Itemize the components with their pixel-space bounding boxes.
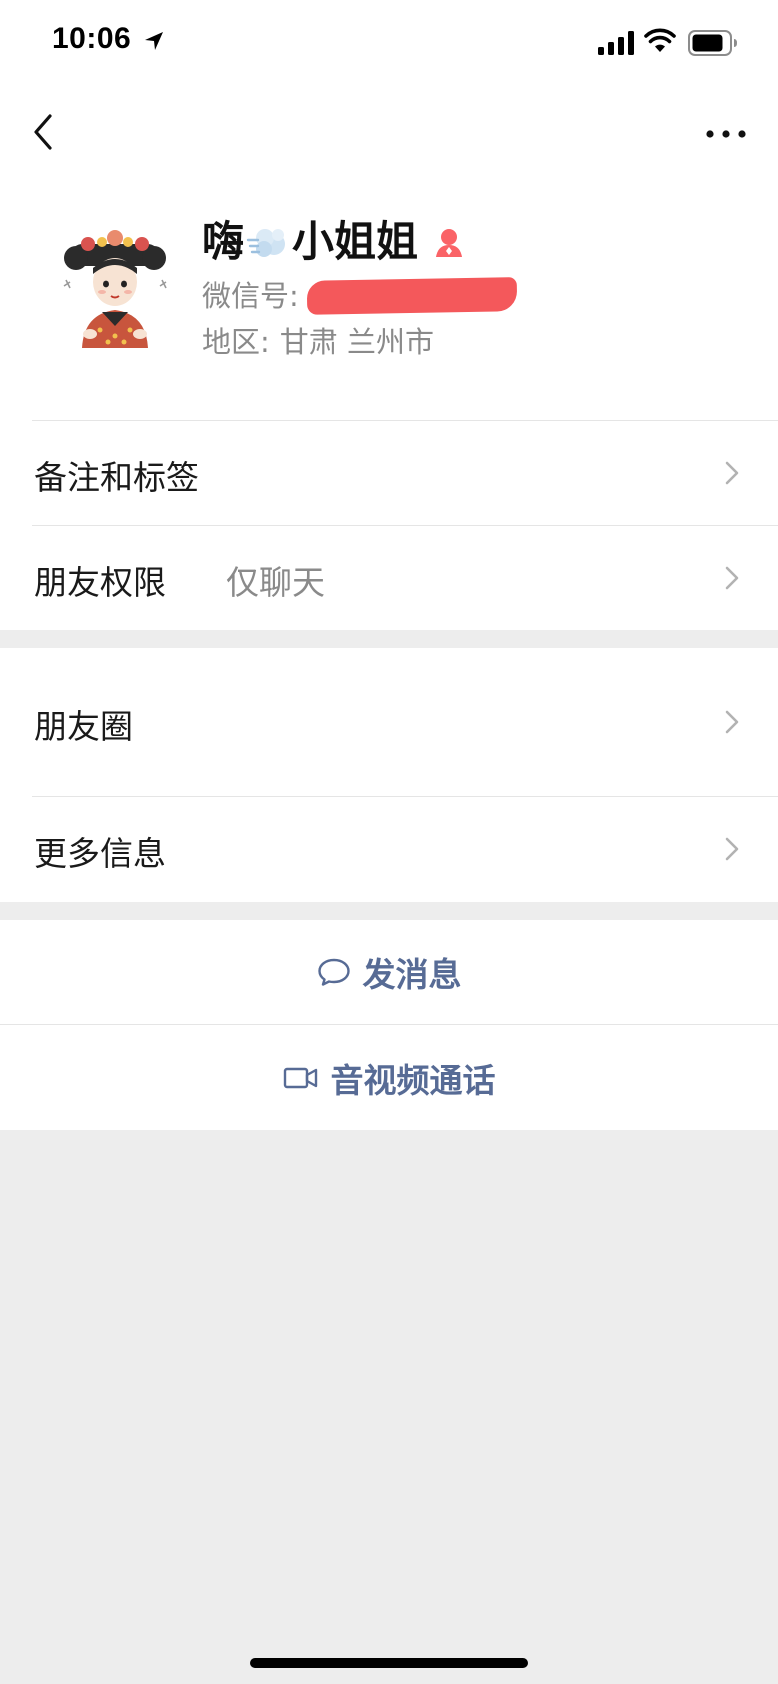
friend-permissions-cell[interactable]: 朋友权限 仅聊天 xyxy=(0,526,778,630)
nickname-prefix: 嗨 xyxy=(202,217,245,266)
more-options-icon[interactable] xyxy=(698,110,754,154)
section-gap xyxy=(0,630,778,648)
female-icon xyxy=(436,229,463,257)
voice-video-call-label: 音视频通话 xyxy=(330,1060,496,1100)
chevron-right-icon xyxy=(725,461,739,485)
wechat-id-redaction xyxy=(306,277,518,315)
more-info-label: 更多信息 xyxy=(34,834,166,873)
nav-bar xyxy=(0,90,778,180)
nickname-suffix: 小姐姐 xyxy=(292,217,419,266)
status-time: 10:06 xyxy=(52,22,132,55)
settings-group-2: 朋友圈 更多信息 xyxy=(0,648,778,902)
wifi-icon xyxy=(644,28,676,52)
region-value: 甘肃 兰州市 xyxy=(279,325,434,359)
empty-background xyxy=(0,1130,778,1684)
more-info-cell[interactable]: 更多信息 xyxy=(0,797,778,902)
friend-permissions-label: 朋友权限 xyxy=(34,563,166,602)
battery-icon xyxy=(688,30,737,56)
location-arrow-icon xyxy=(145,32,163,50)
actions-group: 发消息 音视频通话 xyxy=(0,920,778,1130)
home-indicator[interactable] xyxy=(250,1658,528,1668)
section-gap xyxy=(0,902,778,920)
remarks-tags-cell[interactable]: 备注和标签 xyxy=(0,421,778,525)
nickname: 嗨 小姐姐 xyxy=(202,214,466,270)
avatar[interactable] xyxy=(60,222,170,350)
signal-icon xyxy=(598,31,634,55)
voice-video-call-button[interactable]: 音视频通话 xyxy=(0,1025,778,1130)
chat-bubble-icon xyxy=(317,958,350,986)
moments-label: 朋友圈 xyxy=(34,707,133,746)
status-bar: 10:06 xyxy=(0,0,778,90)
chevron-right-icon xyxy=(725,566,739,590)
send-message-label: 发消息 xyxy=(362,955,462,994)
remarks-tags-label: 备注和标签 xyxy=(34,458,199,497)
wechat-id-label: 微信号: xyxy=(202,279,299,313)
chevron-right-icon xyxy=(725,710,739,734)
send-message-button[interactable]: 发消息 xyxy=(0,920,778,1024)
settings-group-1: 备注和标签 朋友权限 仅聊天 xyxy=(0,420,778,630)
chevron-right-icon xyxy=(725,837,739,861)
region-row: 地区: 甘肃 兰州市 xyxy=(202,322,434,362)
dust-puff-emoji-icon xyxy=(246,229,286,257)
region-label: 地区: xyxy=(202,325,270,359)
video-camera-icon xyxy=(283,1067,317,1088)
moments-cell[interactable]: 朋友圈 xyxy=(0,648,778,796)
back-chevron-icon[interactable] xyxy=(24,104,64,160)
avatar-cartoon-icon xyxy=(60,222,170,350)
profile-header: 嗨 小姐姐 微信号: 地区: 甘肃 兰州市 xyxy=(0,180,778,420)
friend-permissions-value: 仅聊天 xyxy=(226,563,325,602)
wechat-id-row: 微信号: xyxy=(202,276,518,316)
